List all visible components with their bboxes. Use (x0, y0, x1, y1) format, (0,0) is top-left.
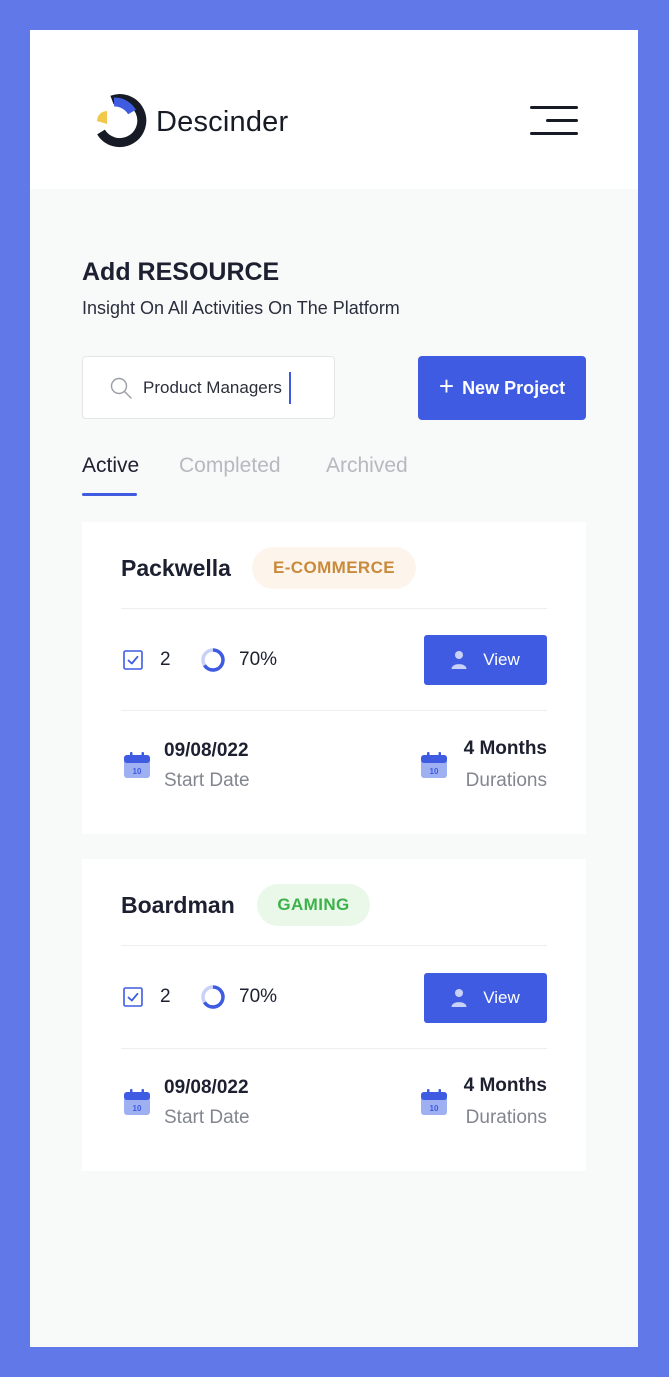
brand-name: Descinder (156, 105, 289, 138)
divider (121, 945, 547, 946)
user-icon (451, 989, 467, 1007)
new-project-button[interactable]: + New Project (418, 356, 586, 420)
progress-ring-icon (201, 648, 225, 672)
progress-value: 70% (239, 986, 278, 1007)
descinder-logo-icon (97, 94, 147, 148)
search-input[interactable]: Product Managers (82, 356, 335, 419)
divider (121, 710, 547, 711)
start-date-label: Start Date (164, 770, 250, 791)
svg-text:10: 10 (430, 1104, 439, 1113)
view-button[interactable]: View (424, 973, 547, 1023)
duration-value: 4 Months (463, 1075, 547, 1096)
page-subtitle: Insight On All Activities On The Platfor… (82, 298, 400, 318)
top-header: Descinder (30, 30, 638, 189)
task-count: 2 (160, 986, 171, 1007)
category-badge: GAMING (257, 884, 370, 926)
checkbox-icon (123, 987, 143, 1007)
brand-logo[interactable]: Descinder (94, 94, 288, 150)
checkbox-icon (123, 650, 143, 670)
duration-value: 4 Months (463, 738, 547, 759)
svg-text:10: 10 (133, 767, 142, 776)
text-caret (288, 371, 291, 404)
hamburger-menu-icon[interactable] (528, 104, 578, 140)
view-label: View (483, 988, 520, 1007)
svg-text:10: 10 (133, 1104, 142, 1113)
project-card: Packwella E-COMMERCE 2 70% View 10 09/08… (82, 522, 586, 834)
tab-archived[interactable]: Archived (326, 454, 408, 478)
user-icon (451, 651, 467, 669)
divider (121, 1048, 547, 1049)
tab-completed[interactable]: Completed (179, 454, 281, 478)
view-label: View (483, 650, 520, 669)
app-screen: Descinder Add RESOURCE Insight On All Ac… (30, 30, 638, 1347)
search-value: Product Managers (143, 377, 282, 397)
progress-value: 70% (239, 649, 278, 670)
calendar-icon: 10 (124, 1089, 150, 1115)
duration-label: Durations (465, 770, 547, 791)
start-date-value: 09/08/022 (164, 740, 249, 761)
project-name: Packwella (121, 555, 231, 581)
calendar-icon: 10 (421, 1089, 447, 1115)
task-count: 2 (160, 649, 171, 670)
category-badge: E-COMMERCE (252, 547, 416, 589)
calendar-icon: 10 (421, 752, 447, 778)
progress-ring-icon (201, 985, 225, 1009)
new-project-label: New Project (462, 377, 566, 398)
project-name: Boardman (121, 892, 235, 918)
svg-text:10: 10 (430, 767, 439, 776)
plus-icon: + (438, 371, 455, 401)
tab-active[interactable]: Active (82, 454, 139, 478)
start-date-label: Start Date (164, 1107, 250, 1128)
search-icon (110, 377, 132, 399)
view-button[interactable]: View (424, 635, 547, 685)
start-date-value: 09/08/022 (164, 1077, 249, 1098)
active-tab-indicator (82, 493, 137, 496)
divider (121, 608, 547, 609)
page-title: Add RESOURCE (82, 258, 280, 286)
duration-label: Durations (465, 1107, 547, 1128)
project-card: Boardman GAMING 2 70% View 10 09/08/022 … (82, 859, 586, 1171)
calendar-icon: 10 (124, 752, 150, 778)
